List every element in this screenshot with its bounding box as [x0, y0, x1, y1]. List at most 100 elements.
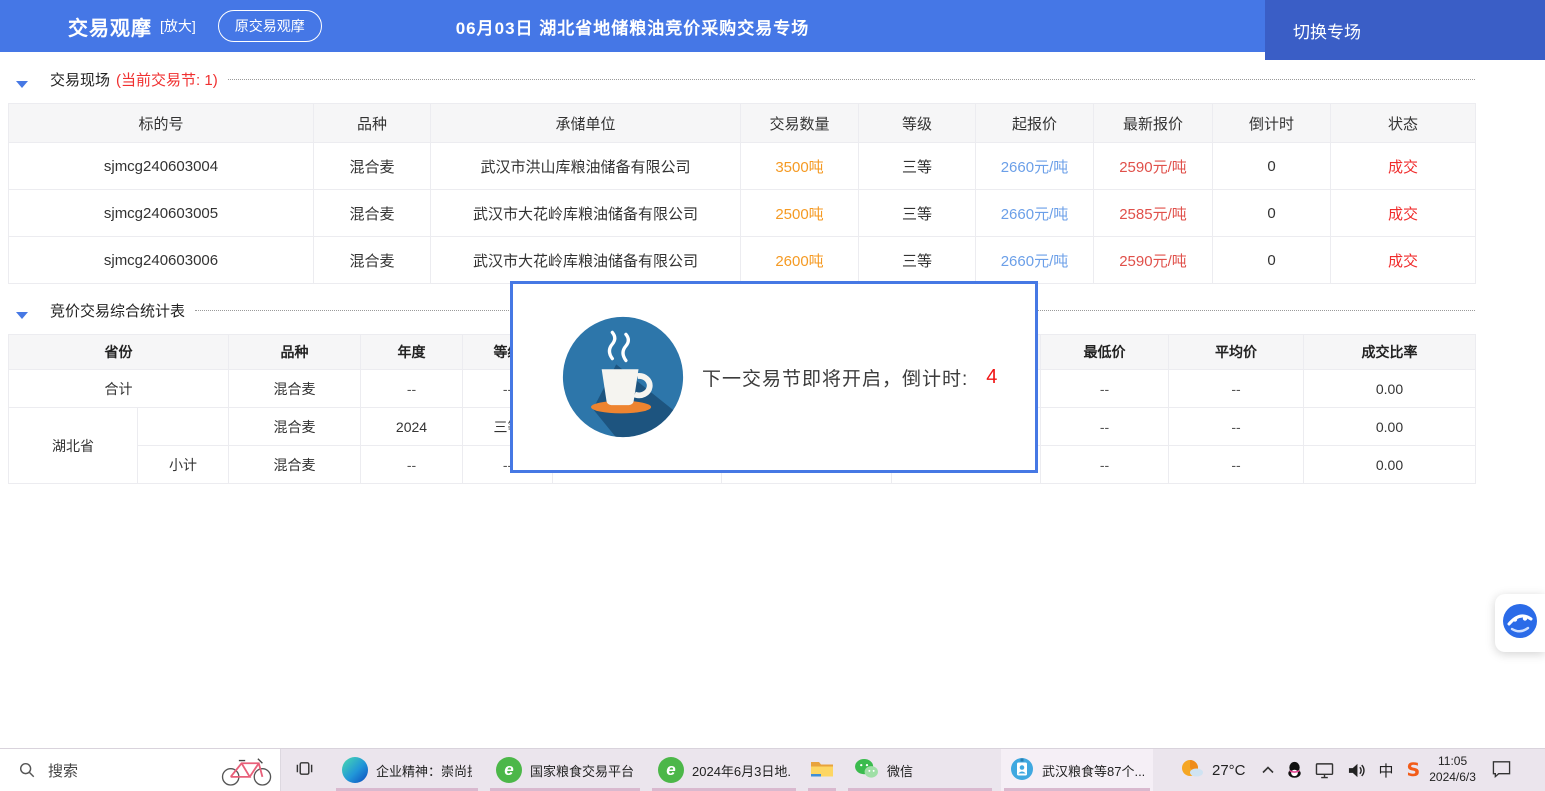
cell-avg-price: -- [1169, 370, 1304, 408]
cell-quantity: 2500吨 [741, 190, 859, 237]
cell-quantity: 3500吨 [741, 143, 859, 190]
cell-countdown: 0 [1213, 190, 1331, 237]
taskbar-app-file-explorer[interactable] [805, 749, 839, 791]
notification-icon [1491, 759, 1512, 781]
search-highlight-bicycle-image[interactable] [218, 754, 276, 787]
table-row: sjmcg240603005 混合麦 武汉市大花岭库粮油储备有限公司 2500吨… [9, 190, 1476, 237]
col-countdown: 倒计时 [1213, 104, 1331, 143]
cell-subgroup: 小计 [138, 446, 229, 484]
next-session-message: 下一交易节即将开启，倒计时: [702, 364, 968, 391]
current-session-note: (当前交易节: 1) [116, 69, 218, 90]
switch-session-button[interactable]: 切换专场 [1265, 0, 1545, 60]
taskbar-app-contacts-window[interactable]: 武汉粮食等87个... [1001, 749, 1153, 791]
cell-year: 2024 [361, 408, 463, 446]
stats-section-title: 竞价交易综合统计表 [50, 300, 185, 321]
section-marker-icon [8, 299, 38, 321]
floating-service-widget[interactable] [1495, 594, 1545, 652]
table-header-row: 标的号 品种 承储单位 交易数量 等级 起报价 最新报价 倒计时 状态 [9, 104, 1476, 143]
search-label: 搜索 [48, 760, 78, 781]
cell-lot-id: sjmcg240603004 [9, 143, 314, 190]
top-header-bar: 交易观摩 [放大] 原交易观摩 06月03日 湖北省地储粮油竞价采购交易专场 切… [0, 0, 1545, 52]
cell-countdown: 0 [1213, 143, 1331, 190]
cell-grade: 三等 [859, 143, 976, 190]
cell-deal-ratio: 0.00 [1304, 370, 1476, 408]
trading-observation-page: 交易观摩 [放大] 原交易观摩 06月03日 湖北省地储粮油竞价采购交易专场 切… [0, 0, 1545, 791]
cell-variety: 混合麦 [314, 190, 431, 237]
file-explorer-icon [810, 759, 834, 782]
tray-expand-chevron-icon[interactable] [1262, 766, 1274, 774]
cell-grade: 三等 [859, 237, 976, 284]
cell-start-price: 2660元/吨 [976, 237, 1094, 284]
action-center-button[interactable] [1485, 749, 1519, 791]
table-row: sjmcg240603006 混合麦 武汉市大花岭库粮油储备有限公司 2600吨… [9, 237, 1476, 284]
cell-warehouse: 武汉市大花岭库粮油储备有限公司 [431, 190, 741, 237]
col-variety: 品种 [229, 335, 361, 370]
col-min-price: 最低价 [1041, 335, 1169, 370]
cell-lot-id: sjmcg240603005 [9, 190, 314, 237]
col-year: 年度 [361, 335, 463, 370]
countdown-value: 4 [986, 366, 997, 389]
live-section-header: 交易现场 (当前交易节: 1) [8, 66, 1475, 92]
task-view-button[interactable] [281, 749, 327, 791]
col-latest-price: 最新报价 [1094, 104, 1213, 143]
taskbar-app-browser-grain-platform[interactable]: e 国家粮食交易平台... [487, 749, 643, 791]
cell-countdown: 0 [1213, 237, 1331, 284]
cell-variety: 混合麦 [229, 446, 361, 484]
col-grade: 等级 [859, 104, 976, 143]
table-row: sjmcg240603004 混合麦 武汉市洪山库粮油储备有限公司 3500吨 … [9, 143, 1476, 190]
col-lot-id: 标的号 [9, 104, 314, 143]
cell-province: 合计 [9, 370, 229, 408]
taskbar-app-wechat[interactable]: 微信 [845, 749, 995, 791]
cell-variety: 混合麦 [314, 143, 431, 190]
system-tray: 中 S [1262, 749, 1421, 791]
cell-min-price: -- [1041, 370, 1169, 408]
network-display-icon[interactable] [1315, 762, 1334, 779]
sogou-input-icon[interactable]: S [1407, 759, 1421, 781]
app-label: 国家粮食交易平台... [530, 761, 634, 780]
qq-icon[interactable] [1287, 761, 1302, 779]
cell-latest-price: 2590元/吨 [1094, 237, 1213, 284]
cell-status: 成交 [1331, 190, 1476, 237]
cell-variety: 混合麦 [229, 370, 361, 408]
cell-lot-id: sjmcg240603006 [9, 237, 314, 284]
cell-warehouse: 武汉市洪山库粮油储备有限公司 [431, 143, 741, 190]
trading-floor-table: 标的号 品种 承储单位 交易数量 等级 起报价 最新报价 倒计时 状态 sjmc… [8, 103, 1476, 284]
taskbar-app-edge[interactable]: 企业精神：崇尚执... [333, 749, 481, 791]
cell-latest-price: 2585元/吨 [1094, 190, 1213, 237]
taskbar-weather-widget[interactable]: 27°C [1179, 749, 1246, 791]
cell-year: -- [361, 370, 463, 408]
dotted-divider [228, 79, 1475, 80]
col-start-price: 起报价 [976, 104, 1094, 143]
ime-chinese-indicator[interactable]: 中 [1379, 760, 1394, 781]
browser-360-icon: e [496, 757, 522, 783]
col-quantity: 交易数量 [741, 104, 859, 143]
coffee-break-icon [560, 314, 686, 440]
section-marker-icon [8, 68, 38, 90]
cell-avg-price: -- [1169, 446, 1304, 484]
wechat-icon [854, 758, 879, 782]
taskbar-clock[interactable]: 11:05 2024/6/3 [1429, 754, 1476, 785]
weather-temp: 27°C [1212, 762, 1246, 779]
weather-sun-cloud-icon [1179, 758, 1205, 783]
col-warehouse: 承储单位 [431, 104, 741, 143]
cell-subgroup [138, 408, 229, 446]
edge-browser-icon [342, 757, 368, 783]
cell-grade: 三等 [859, 190, 976, 237]
cell-start-price: 2660元/吨 [976, 143, 1094, 190]
col-deal-ratio: 成交比率 [1304, 335, 1476, 370]
cell-avg-price: -- [1169, 408, 1304, 446]
contact-badge-icon [1010, 757, 1034, 784]
taskbar-app-browser-auction-page[interactable]: e 2024年6月3日地... [649, 749, 799, 791]
cell-province: 湖北省 [9, 408, 138, 484]
cell-min-price: -- [1041, 446, 1169, 484]
cell-min-price: -- [1041, 408, 1169, 446]
cell-warehouse: 武汉市大花岭库粮油储备有限公司 [431, 237, 741, 284]
next-session-modal: 下一交易节即将开启，倒计时: 4 [510, 281, 1038, 473]
cell-year: -- [361, 446, 463, 484]
cell-deal-ratio: 0.00 [1304, 408, 1476, 446]
session-title: 06月03日 湖北省地储粮油竞价采购交易专场 [0, 0, 1265, 52]
search-icon [18, 761, 36, 779]
taskbar-search-box[interactable]: 搜索 [0, 749, 281, 791]
volume-icon[interactable] [1347, 762, 1366, 779]
task-view-icon [295, 759, 314, 781]
